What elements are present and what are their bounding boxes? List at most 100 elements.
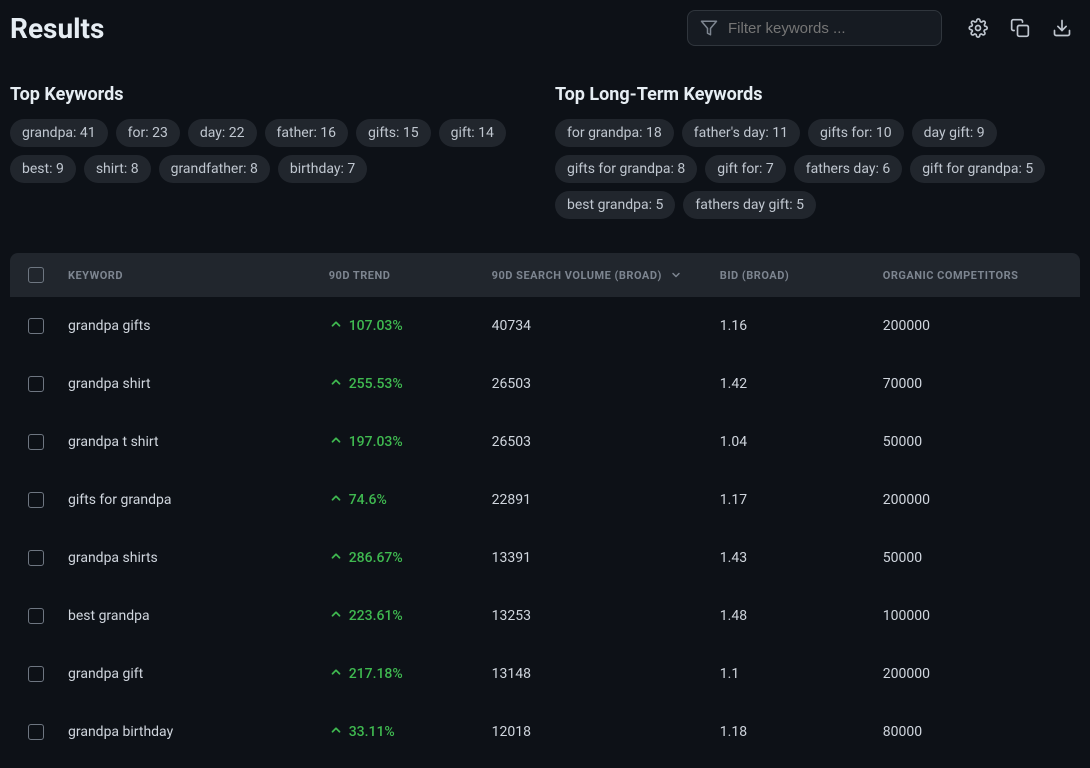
- top-longterm-title: Top Long-Term Keywords: [555, 84, 1080, 105]
- keyword-pill[interactable]: grandfather: 8: [159, 155, 270, 183]
- keyword-sections: Top Keywords grandpa: 41 for: 23 day: 22 fa…: [0, 54, 1090, 229]
- cell-keyword: gifts for grandpa: [68, 492, 329, 508]
- keyword-pill[interactable]: gift: 14: [439, 119, 506, 147]
- cell-bid: 1.17: [720, 492, 883, 508]
- cell-keyword: grandpa shirts: [68, 550, 329, 566]
- chevron-up-icon: [329, 433, 343, 451]
- col-volume-label: 90D SEARCH VOLUME (BROAD): [492, 269, 662, 282]
- chevron-up-icon: [329, 607, 343, 625]
- keyword-pill[interactable]: father's day: 11: [682, 119, 800, 147]
- col-organic-header[interactable]: ORGANIC COMPETITORS: [883, 269, 1062, 282]
- search-input-container[interactable]: [687, 10, 942, 46]
- chevron-up-icon: [329, 375, 343, 393]
- keyword-pill[interactable]: for grandpa: 18: [555, 119, 674, 147]
- cell-volume: 13253: [492, 608, 720, 624]
- keyword-pill[interactable]: best: 9: [10, 155, 76, 183]
- cell-volume: 26503: [492, 434, 720, 450]
- cell-keyword: grandpa gifts: [68, 318, 329, 334]
- cell-organic: 200000: [883, 492, 1062, 508]
- col-bid-header[interactable]: BID (BROAD): [720, 269, 883, 282]
- table-row: grandpa t shirt197.03% 265031.0450000: [10, 413, 1080, 471]
- row-checkbox[interactable]: [28, 724, 44, 740]
- cell-organic: 200000: [883, 666, 1062, 682]
- cell-volume: 26503: [492, 376, 720, 392]
- page-title: Results: [10, 12, 104, 45]
- cell-keyword: grandpa shirt: [68, 376, 329, 392]
- row-checkbox[interactable]: [28, 550, 44, 566]
- search-input[interactable]: [728, 20, 929, 37]
- cell-organic: 50000: [883, 550, 1062, 566]
- top-keywords-pills: grandpa: 41 for: 23 day: 22 father: 16gifts…: [10, 119, 535, 183]
- cell-keyword: grandpa t shirt: [68, 434, 329, 450]
- keyword-pill[interactable]: best grandpa: 5: [555, 191, 675, 219]
- col-trend-header[interactable]: 90D TREND: [329, 269, 492, 282]
- col-volume-header[interactable]: 90D SEARCH VOLUME (BROAD): [492, 269, 720, 282]
- keyword-pill[interactable]: gift for: 7: [705, 155, 786, 183]
- keyword-pill[interactable]: gifts: 15: [356, 119, 431, 147]
- copy-icon: [1010, 18, 1030, 38]
- keyword-pill[interactable]: day: 22: [188, 119, 257, 147]
- row-checkbox[interactable]: [28, 434, 44, 450]
- copy-button[interactable]: [1002, 10, 1038, 46]
- cell-bid: 1.42: [720, 376, 883, 392]
- cell-organic: 70000: [883, 376, 1062, 392]
- settings-button[interactable]: [960, 10, 996, 46]
- cell-trend: 286.67%: [329, 549, 403, 567]
- select-all-checkbox[interactable]: [28, 267, 44, 283]
- cell-trend: 107.03%: [329, 317, 403, 335]
- col-keyword-header[interactable]: KEYWORD: [68, 269, 329, 282]
- chevron-up-icon: [329, 723, 343, 741]
- keyword-pill[interactable]: fathers day gift: 5: [683, 191, 816, 219]
- table-row: grandpa birthday33.11%120181.1880000: [10, 703, 1080, 761]
- keyword-pill[interactable]: father: 16: [265, 119, 349, 147]
- cell-volume: 12018: [492, 724, 720, 740]
- cell-volume: 40734: [492, 318, 720, 334]
- chevron-up-icon: [329, 317, 343, 335]
- row-checkbox[interactable]: [28, 318, 44, 334]
- cell-trend: 217.18%: [329, 665, 403, 683]
- table-row: grandpa gifts107.03%407341.16200000: [10, 297, 1080, 355]
- keyword-pill[interactable]: gift for grandpa: 5: [910, 155, 1045, 183]
- cell-trend: 197.03%: [329, 433, 403, 451]
- download-button[interactable]: [1044, 10, 1080, 46]
- table-row: gifts for grandpa74.6%228911.17200000: [10, 471, 1080, 529]
- keyword-pill[interactable]: day gift: 9: [912, 119, 997, 147]
- top-longterm-pills: for grandpa: 18 father's day: 11 gifts for…: [555, 119, 1080, 219]
- top-keywords-title: Top Keywords: [10, 84, 535, 105]
- chevron-up-icon: [329, 549, 343, 567]
- row-checkbox[interactable]: [28, 666, 44, 682]
- cell-organic: 50000: [883, 434, 1062, 450]
- top-longterm-section: Top Long-Term Keywords for grandpa: 18 fa…: [555, 84, 1080, 219]
- cell-organic: 100000: [883, 608, 1062, 624]
- cell-bid: 1.48: [720, 608, 883, 624]
- table-body: grandpa gifts107.03%407341.16200000grand…: [10, 297, 1080, 761]
- cell-keyword: best grandpa: [68, 608, 329, 624]
- cell-bid: 1.04: [720, 434, 883, 450]
- table-header: KEYWORD 90D TREND 90D SEARCH VOLUME (BRO…: [10, 253, 1080, 297]
- cell-bid: 1.1: [720, 666, 883, 682]
- gear-icon: [968, 18, 988, 38]
- header: Results: [0, 0, 1090, 54]
- sort-desc-icon: [670, 269, 682, 281]
- keyword-pill[interactable]: gifts for: 10: [808, 119, 904, 147]
- cell-keyword: grandpa gift: [68, 666, 329, 682]
- top-keywords-section: Top Keywords grandpa: 41 for: 23 day: 22 fa…: [10, 84, 535, 219]
- row-checkbox[interactable]: [28, 376, 44, 392]
- keyword-pill[interactable]: birthday: 7: [278, 155, 367, 183]
- download-icon: [1052, 18, 1072, 38]
- keyword-pill[interactable]: gifts for grandpa: 8: [555, 155, 697, 183]
- cell-bid: 1.16: [720, 318, 883, 334]
- table-row: grandpa shirts286.67%133911.4350000: [10, 529, 1080, 587]
- filter-icon: [700, 19, 718, 37]
- table-row: grandpa gift217.18%131481.1200000: [10, 645, 1080, 703]
- keyword-pill[interactable]: for: 23: [116, 119, 180, 147]
- keyword-pill[interactable]: grandpa: 41: [10, 119, 108, 147]
- row-checkbox[interactable]: [28, 492, 44, 508]
- cell-trend: 74.6%: [329, 491, 387, 509]
- cell-trend: 33.11%: [329, 723, 395, 741]
- table-row: best grandpa223.61%132531.48100000: [10, 587, 1080, 645]
- row-checkbox[interactable]: [28, 608, 44, 624]
- keyword-pill[interactable]: shirt: 8: [84, 155, 151, 183]
- keyword-pill[interactable]: fathers day: 6: [794, 155, 902, 183]
- cell-bid: 1.43: [720, 550, 883, 566]
